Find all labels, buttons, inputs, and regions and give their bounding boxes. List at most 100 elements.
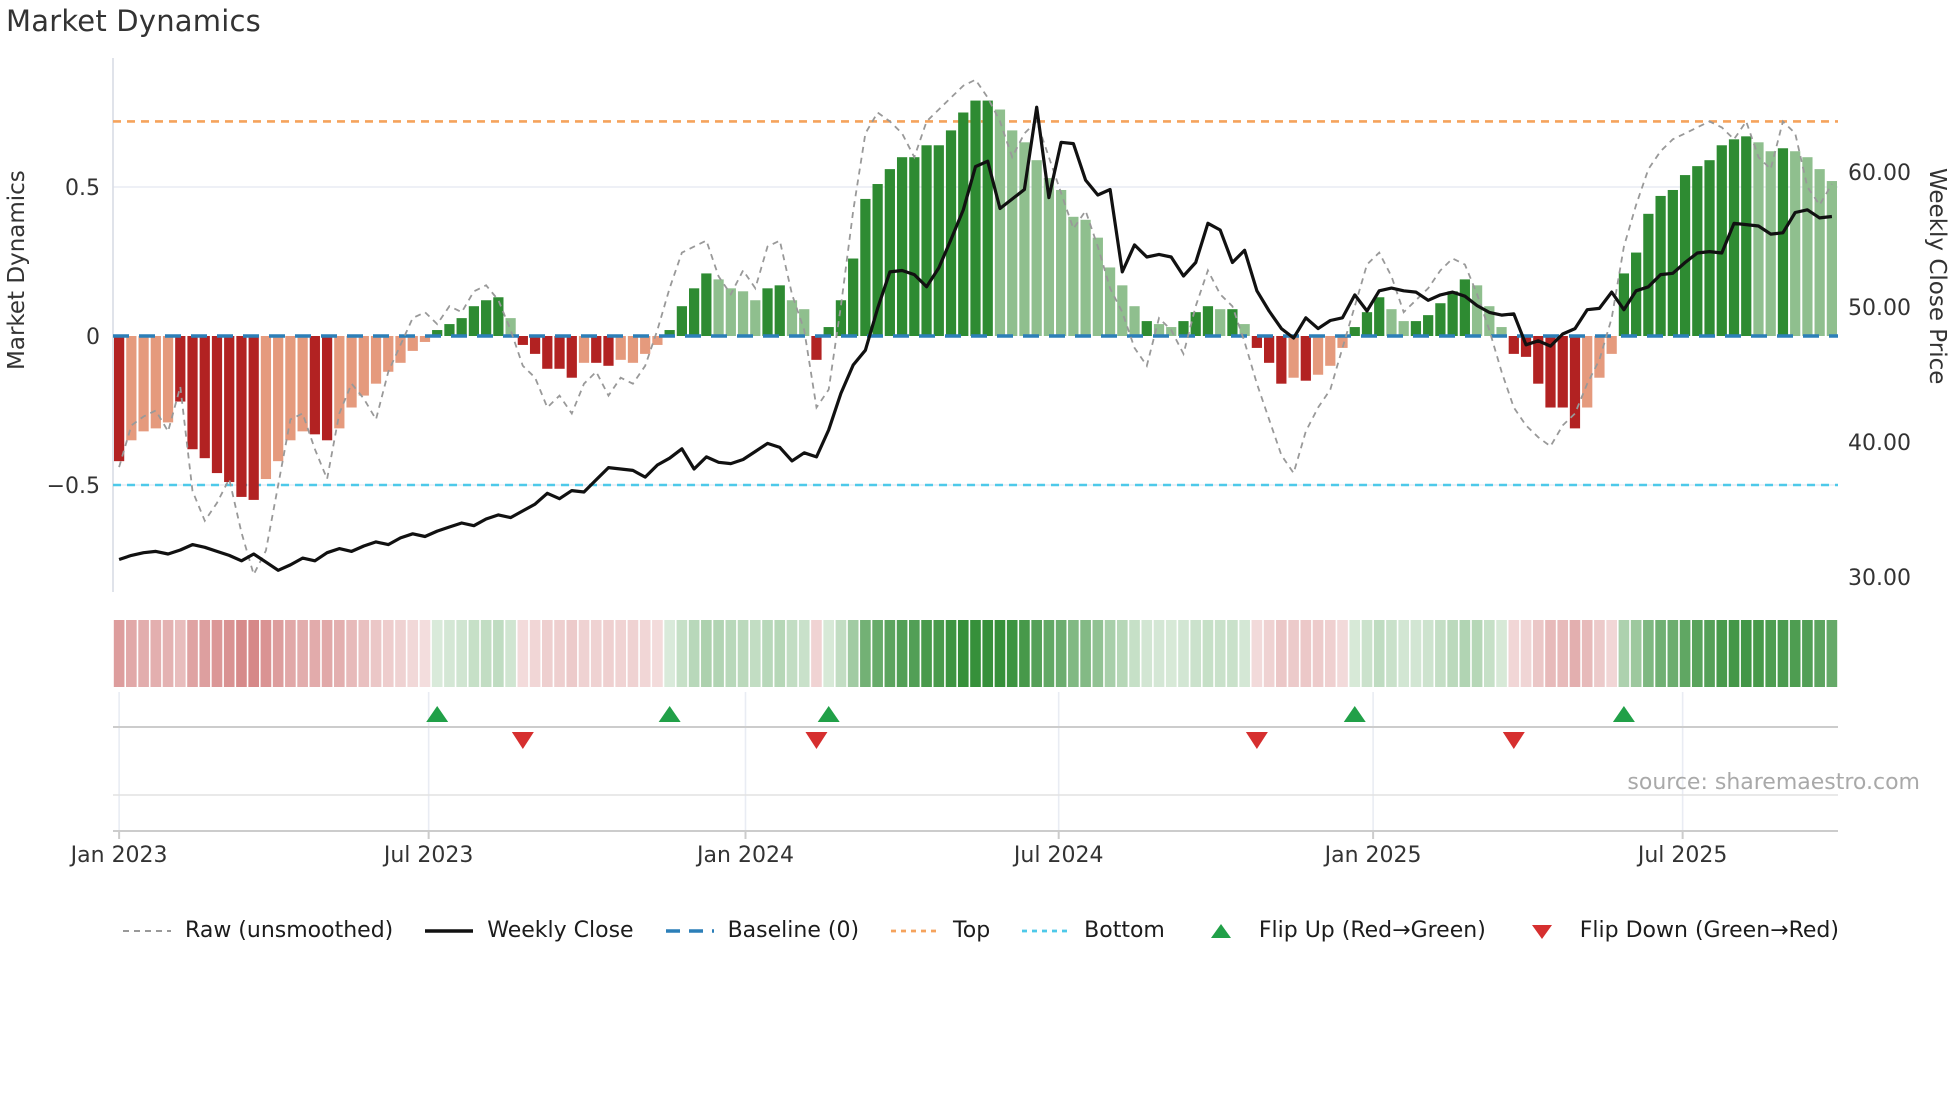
oscillator-bar <box>297 336 308 432</box>
oscillator-bar <box>468 306 480 336</box>
heatmap-cell <box>957 620 969 687</box>
heatmap-cell <box>223 620 235 687</box>
heatmap-cell <box>272 620 284 687</box>
flip-up-marker <box>1612 706 1635 722</box>
heatmap-cell <box>860 620 871 687</box>
oscillator-bar <box>640 336 651 354</box>
heatmap-cell <box>1410 620 1422 687</box>
heatmap-cell <box>1618 620 1630 687</box>
heatmap-cell <box>1300 620 1312 687</box>
oscillator-bar <box>1349 327 1360 336</box>
heatmap-cell <box>1006 620 1018 687</box>
heatmap-cell <box>1508 620 1520 687</box>
flip-up-icon <box>1210 923 1231 938</box>
heatmap-cell <box>1251 620 1263 687</box>
heatmap-cell <box>688 620 700 687</box>
heatmap-cell <box>1263 620 1275 687</box>
heatmap-cell <box>1227 620 1238 687</box>
heatmap-cell <box>297 620 308 687</box>
oscillator-bar <box>1655 195 1666 336</box>
heatmap-cell <box>664 620 675 687</box>
oscillator-bar <box>1777 148 1789 336</box>
heatmap-cell <box>1055 620 1067 687</box>
raw-line-swatch <box>123 929 172 932</box>
oscillator-bar <box>1459 279 1470 336</box>
heatmap-cell <box>737 620 749 687</box>
heatmap-cell <box>1459 620 1471 687</box>
oscillator-bar <box>1423 315 1434 336</box>
oscillator-bar <box>811 336 822 360</box>
heatmap-cell <box>468 620 480 687</box>
oscillator-bar <box>1557 336 1568 408</box>
oscillator-bar <box>1765 151 1776 336</box>
heatmap-cell <box>1080 620 1091 687</box>
oscillator-bar <box>162 336 174 423</box>
y-right-tick-label: 30.00 <box>1848 566 1911 591</box>
flip-up-marker <box>1343 706 1366 722</box>
oscillator-bar <box>762 288 773 336</box>
oscillator-bar <box>1190 312 1201 336</box>
heatmap-cell <box>1532 620 1544 687</box>
oscillator-bar <box>1092 237 1103 336</box>
oscillator-bar <box>1264 336 1275 363</box>
heatmap-cell <box>1765 620 1777 687</box>
oscillator-bar <box>395 336 406 363</box>
oscillator-bar <box>1728 139 1740 336</box>
heatmap-cell <box>1116 620 1128 687</box>
heatmap-cell <box>774 620 786 687</box>
heatmap-cell <box>1312 620 1324 687</box>
x-tick-label: Jan 2024 <box>695 843 794 868</box>
heatmap-cell <box>835 620 847 687</box>
heatmap-cell <box>1178 620 1189 687</box>
oscillator-bar <box>1068 216 1079 336</box>
oscillator-bar <box>407 336 418 351</box>
heatmap-cell <box>529 620 541 687</box>
heatmap-cell <box>627 620 639 687</box>
oscillator-bar <box>358 336 369 396</box>
oscillator-bar <box>1300 336 1311 381</box>
oscillator-bar <box>1826 181 1837 336</box>
heatmap-cell <box>590 620 602 687</box>
oscillator-bar <box>346 336 357 408</box>
legend-item: Bottom <box>1020 918 1165 943</box>
oscillator-bar <box>750 300 761 336</box>
heatmap-cell <box>1802 620 1813 687</box>
heatmap-cell <box>1471 620 1483 687</box>
heatmap-cell <box>1557 620 1569 687</box>
heatmap-cell <box>1165 620 1177 687</box>
oscillator-bar <box>860 198 871 336</box>
baseline-swatch <box>665 928 714 933</box>
heatmap-cell <box>676 620 688 687</box>
oscillator-bar <box>701 273 712 336</box>
heatmap-cell <box>578 620 590 687</box>
oscillator-bar <box>1606 336 1617 354</box>
flip-down-icon <box>1531 924 1552 939</box>
oscillator-bar <box>1361 312 1373 336</box>
heatmap-cell <box>909 620 920 687</box>
heatmap-cell <box>1447 620 1458 687</box>
heatmap-cell <box>1104 620 1116 687</box>
oscillator-bar <box>1276 336 1287 384</box>
legend-label: Raw (unsmoothed) <box>185 918 394 943</box>
heatmap-cell <box>1496 620 1507 687</box>
heatmap-cell <box>1789 620 1801 687</box>
heatmap-cell <box>1728 620 1740 687</box>
heatmap-cell <box>1545 620 1556 687</box>
oscillator-bar <box>1435 303 1446 336</box>
oscillator-bar <box>248 336 259 500</box>
flip-down-marker <box>1245 732 1268 749</box>
heatmap-cell <box>1031 620 1042 687</box>
legend-item: Raw (unsmoothed) <box>121 918 393 943</box>
oscillator-bar <box>1508 336 1519 354</box>
heatmap-cell <box>1704 620 1715 687</box>
legend-label: Baseline (0) <box>727 918 860 943</box>
heatmap-cell <box>456 620 467 687</box>
oscillator-bar <box>1386 309 1397 336</box>
oscillator-bar <box>1374 297 1385 336</box>
x-tick-label: Jul 2024 <box>1012 843 1104 868</box>
heatmap-cell <box>554 620 565 687</box>
oscillator-bar <box>1080 219 1091 336</box>
oscillator-bar <box>627 336 639 363</box>
oscillator-bar <box>1741 136 1752 336</box>
x-tick-label: Jul 2025 <box>1636 843 1728 868</box>
